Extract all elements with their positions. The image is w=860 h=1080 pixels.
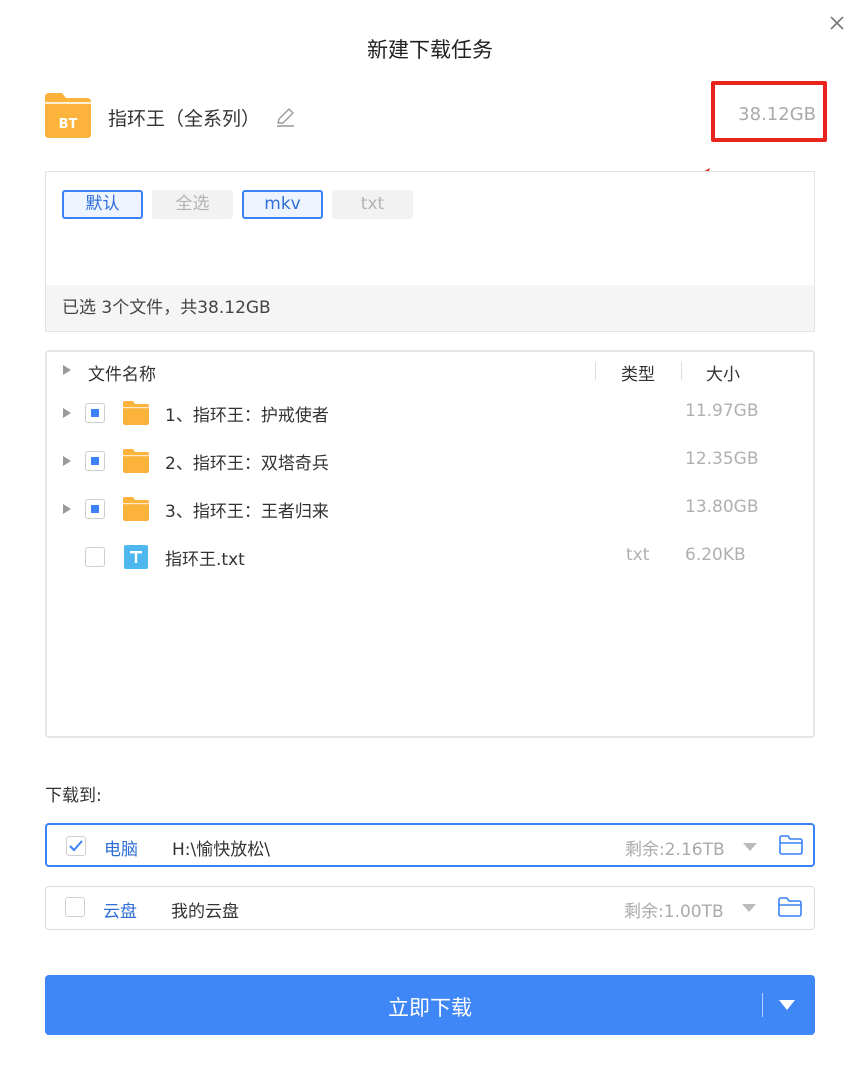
file-name: 指环王.txt <box>165 550 245 570</box>
edit-pencil-icon[interactable] <box>274 106 296 128</box>
folder-icon <box>123 401 149 425</box>
chevron-down-icon[interactable] <box>742 842 758 852</box>
download-now-label: 立即下载 <box>388 996 472 1020</box>
chevron-down-icon[interactable] <box>741 903 757 913</box>
file-list-header: 文件名称 类型 大小 <box>47 352 813 390</box>
file-size: 6.20KB <box>685 545 746 565</box>
filter-mkv-button[interactable]: mkv <box>242 190 323 219</box>
file-type: txt <box>626 545 650 565</box>
annotation-highlight-box <box>711 81 827 142</box>
destination-name: 电脑 <box>104 840 138 860</box>
svg-text:BT: BT <box>59 117 78 132</box>
file-size: 12.35GB <box>685 449 759 469</box>
file-row[interactable]: 指环王.txt txt 6.20KB <box>47 533 813 581</box>
file-name: 2、指环王：双塔奇兵 <box>165 454 329 474</box>
column-header-type[interactable]: 类型 <box>621 360 655 385</box>
expand-arrow-icon[interactable] <box>63 408 71 418</box>
dialog-title: 新建下载任务 <box>367 38 493 62</box>
filter-txt-button[interactable]: txt <box>332 190 413 219</box>
checkmark-icon <box>69 840 83 852</box>
download-to-label: 下载到: <box>45 786 102 806</box>
file-name: 1、指环王：护戒使者 <box>165 406 329 426</box>
task-name: 指环王（全系列） <box>108 108 261 130</box>
filter-select-all-button[interactable]: 全选 <box>152 190 233 219</box>
browse-folder-icon[interactable] <box>778 897 802 917</box>
destination-name: 云盘 <box>103 902 137 922</box>
file-size: 13.80GB <box>685 497 759 517</box>
column-header-name[interactable]: 文件名称 <box>88 360 156 385</box>
text-file-icon <box>124 545 148 569</box>
row-checkbox[interactable] <box>85 547 105 567</box>
bt-folder-icon: BT <box>45 93 91 138</box>
file-filter-panel: 默认 全选 mkv txt 已选 3个文件，共38.12GB <box>45 171 815 332</box>
selection-summary: 已选 3个文件，共38.12GB <box>46 285 814 331</box>
destination-free-space: 剩余:1.00TB <box>624 902 724 922</box>
column-divider <box>595 362 596 380</box>
close-icon[interactable] <box>826 12 848 34</box>
destination-checkbox[interactable] <box>66 836 86 856</box>
chevron-down-icon[interactable] <box>778 999 796 1011</box>
row-checkbox[interactable] <box>85 403 105 423</box>
file-size: 11.97GB <box>685 401 759 421</box>
file-list: 文件名称 类型 大小 1、指环王：护戒使者 11.97GB 2、指环王：双塔奇兵… <box>45 350 815 738</box>
file-row[interactable]: 1、指环王：护戒使者 11.97GB <box>47 389 813 437</box>
file-row[interactable]: 3、指环王：王者归来 13.80GB <box>47 485 813 533</box>
column-header-size[interactable]: 大小 <box>706 360 740 385</box>
folder-icon <box>123 449 149 473</box>
filter-default-button[interactable]: 默认 <box>62 190 143 219</box>
destination-path[interactable]: H:\愉快放松\ <box>172 835 270 860</box>
button-divider <box>762 993 763 1017</box>
destination-cloud[interactable]: 云盘 我的云盘 剩余:1.00TB <box>45 886 815 930</box>
row-checkbox[interactable] <box>85 451 105 471</box>
file-row[interactable]: 2、指环王：双塔奇兵 12.35GB <box>47 437 813 485</box>
download-now-button[interactable]: 立即下载 <box>45 975 815 1035</box>
destination-checkbox[interactable] <box>65 897 85 917</box>
row-checkbox[interactable] <box>85 499 105 519</box>
file-name: 3、指环王：王者归来 <box>165 502 329 522</box>
expand-all-arrow-icon[interactable] <box>63 365 71 375</box>
browse-folder-icon[interactable] <box>779 835 803 855</box>
destination-path[interactable]: 我的云盘 <box>171 897 239 922</box>
folder-icon <box>123 497 149 521</box>
destination-computer[interactable]: 电脑 H:\愉快放松\ 剩余:2.16TB <box>45 823 815 867</box>
expand-arrow-icon[interactable] <box>63 504 71 514</box>
column-divider <box>681 362 682 380</box>
expand-arrow-icon[interactable] <box>63 456 71 466</box>
destination-free-space: 剩余:2.16TB <box>625 840 725 860</box>
new-download-dialog: 新建下载任务 BT 指环王（全系列） 38.12GB 默认 全选 mkv txt… <box>0 0 860 1080</box>
